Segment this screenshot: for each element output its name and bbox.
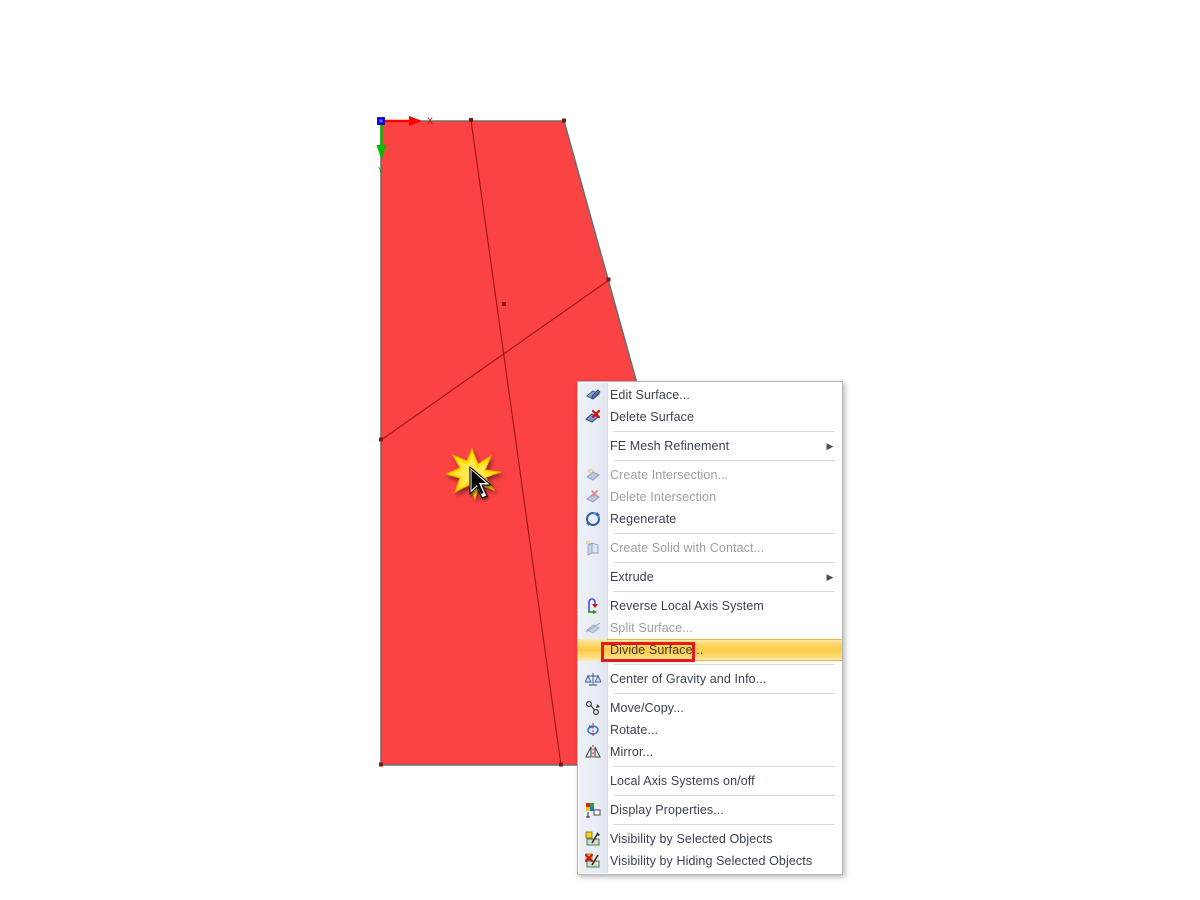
submenu-chevron-right-icon: ▶ xyxy=(826,440,834,451)
submenu-chevron-right-icon: ▶ xyxy=(826,571,834,582)
menu-item-split-surface: Split Surface... xyxy=(578,617,842,639)
visibility-selected-icon xyxy=(578,828,607,850)
split-surface-icon xyxy=(578,617,607,639)
menu-item-label: Edit Surface... xyxy=(610,388,691,402)
menu-separator xyxy=(614,766,835,767)
menu-item-mirror[interactable]: Mirror... xyxy=(578,741,842,763)
menu-separator xyxy=(614,591,835,592)
menu-item-label: Delete Intersection xyxy=(610,490,717,504)
menu-item-local-axis-systems-on-off[interactable]: Local Axis Systems on/off xyxy=(578,770,842,792)
surface-context-menu[interactable]: Edit Surface... Delete Surface FE Mesh Ref… xyxy=(577,381,843,875)
menu-item-label: Split Surface... xyxy=(610,621,693,635)
menu-item-visibility-by-selected-objects[interactable]: Visibility by Selected Objects xyxy=(578,828,842,850)
menu-item-fe-mesh-refinement[interactable]: FE Mesh Refinement ▶ xyxy=(578,435,842,457)
menu-item-delete-intersection: Delete Intersection xyxy=(578,486,842,508)
menu-item-move-copy[interactable]: Move/Copy... xyxy=(578,697,842,719)
menu-item-label: Create Intersection... xyxy=(610,468,729,482)
menu-separator xyxy=(614,562,835,563)
menu-item-label: Move/Copy... xyxy=(610,701,684,715)
menu-item-reverse-local-axis-system[interactable]: Reverse Local Axis System xyxy=(578,595,842,617)
menu-separator xyxy=(614,431,835,432)
menu-item-edit-surface[interactable]: Edit Surface... xyxy=(578,384,842,406)
menu-item-create-solid-with-contact: Create Solid with Contact... xyxy=(578,537,842,559)
create-intersection-icon xyxy=(578,464,607,486)
menu-item-rotate[interactable]: Rotate... xyxy=(578,719,842,741)
rotate-icon xyxy=(578,719,607,741)
menu-separator xyxy=(614,460,835,461)
menu-item-label: Visibility by Hiding Selected Objects xyxy=(610,854,813,868)
delete-intersection-icon xyxy=(578,486,607,508)
menu-item-label: Local Axis Systems on/off xyxy=(610,774,755,788)
menu-item-label: Delete Surface xyxy=(610,410,695,424)
delete-surface-icon xyxy=(578,406,607,428)
menu-item-regenerate[interactable]: Regenerate xyxy=(578,508,842,530)
visibility-hiding-icon xyxy=(578,850,607,872)
menu-icon-placeholder xyxy=(578,770,607,792)
move-copy-icon xyxy=(578,697,607,719)
menu-item-label: Divide Surface... xyxy=(610,643,704,657)
menu-item-label: Reverse Local Axis System xyxy=(610,599,764,613)
x-axis-label: X xyxy=(427,116,433,126)
menu-separator xyxy=(614,664,835,665)
menu-item-label: FE Mesh Refinement xyxy=(610,439,730,453)
divide-surface-icon xyxy=(578,639,607,661)
menu-item-extrude[interactable]: Extrude ▶ xyxy=(578,566,842,588)
menu-separator xyxy=(614,533,835,534)
menu-item-label: Create Solid with Contact... xyxy=(610,541,765,555)
menu-separator xyxy=(614,824,835,825)
menu-icon-placeholder xyxy=(578,435,607,457)
regenerate-icon xyxy=(578,508,607,530)
menu-item-display-properties[interactable]: Display Properties... xyxy=(578,799,842,821)
create-solid-icon xyxy=(578,537,607,559)
menu-item-label: Regenerate xyxy=(610,512,677,526)
menu-item-label: Display Properties... xyxy=(610,803,724,817)
y-axis-label: Y xyxy=(378,166,384,175)
reverse-axis-icon xyxy=(578,595,607,617)
edit-surface-icon xyxy=(578,384,607,406)
menu-item-visibility-by-hiding-selected-objects[interactable]: Visibility by Hiding Selected Objects xyxy=(578,850,842,872)
menu-item-label: Center of Gravity and Info... xyxy=(610,672,767,686)
menu-item-create-intersection: Create Intersection... xyxy=(578,464,842,486)
menu-item-label: Mirror... xyxy=(610,745,654,759)
menu-item-delete-surface[interactable]: Delete Surface xyxy=(578,406,842,428)
display-properties-icon xyxy=(578,799,607,821)
menu-separator xyxy=(614,795,835,796)
menu-icon-placeholder xyxy=(578,566,607,588)
menu-item-label: Extrude xyxy=(610,570,654,584)
menu-separator xyxy=(614,693,835,694)
menu-item-label: Visibility by Selected Objects xyxy=(610,832,773,846)
mirror-icon xyxy=(578,741,607,763)
menu-item-divide-surface[interactable]: Divide Surface... xyxy=(578,639,842,661)
center-of-gravity-icon xyxy=(578,668,607,690)
menu-item-label: Rotate... xyxy=(610,723,659,737)
menu-item-center-of-gravity-and-info[interactable]: Center of Gravity and Info... xyxy=(578,668,842,690)
